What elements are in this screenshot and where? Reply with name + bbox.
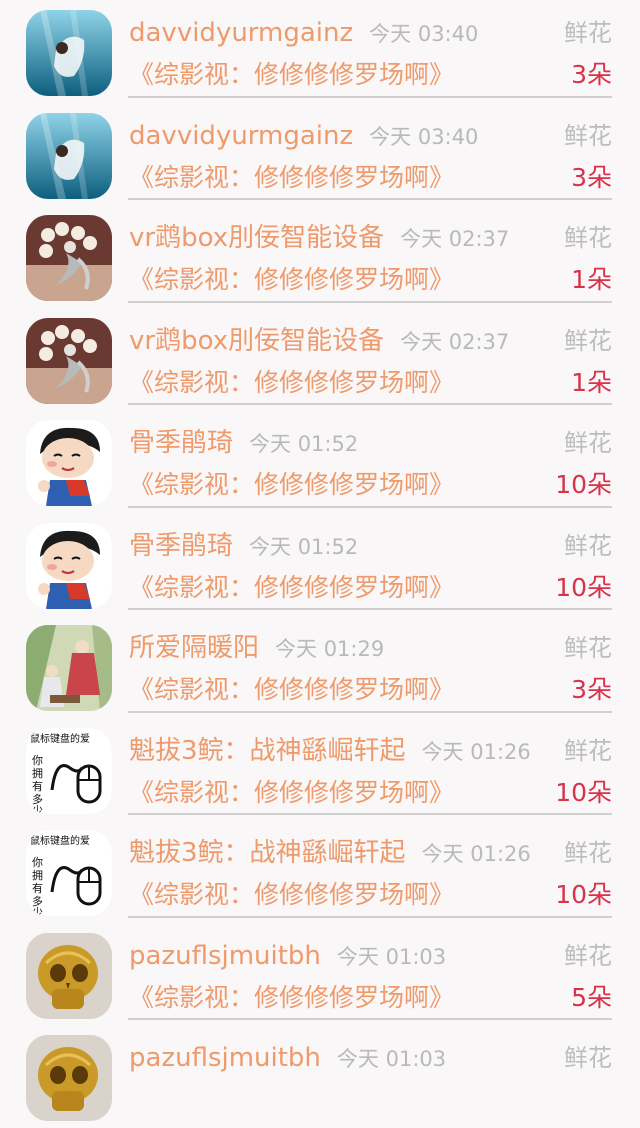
user-name[interactable]: pazuflsjmuitbh 今天 01:03 xyxy=(129,939,446,974)
user-name[interactable]: 魁拔3鲩：战神繇崛轩起 今天 01:26 xyxy=(129,836,531,871)
list-item[interactable]: 骨季鹃琦 今天 01:52 鲜花 《综影视：修修修修罗场啊》 10朵 xyxy=(0,410,640,513)
gift-count: 5朵 xyxy=(571,982,612,1012)
book-title[interactable]: 《综影视：修修修修罗场啊》 xyxy=(129,776,454,810)
gift-time: 今天 01:52 xyxy=(249,432,359,456)
gift-time: 今天 02:37 xyxy=(400,227,510,251)
divider xyxy=(128,813,612,815)
user-name[interactable]: 骨季鹃琦 今天 01:52 xyxy=(129,426,358,461)
list-item[interactable]: 鼠标键盘的爱 你 拥 有 多 少 魁拔3鲩：战神繇崛轩起 今天 01:26 鲜花 … xyxy=(0,820,640,923)
avatar-caption: 鼠标键盘的爱 xyxy=(30,834,90,847)
divider xyxy=(128,1018,612,1020)
underwater-girl-avatar[interactable] xyxy=(26,10,112,96)
book-title[interactable]: 《综影视：修修修修罗场啊》 xyxy=(129,673,454,707)
book-title[interactable]: 《综影视：修修修修罗场啊》 xyxy=(129,468,454,502)
list-item[interactable]: 鼠标键盘的爱 你 拥 有 多 少 魁拔3鲩：战神繇崛轩起 今天 01:26 鲜花 … xyxy=(0,718,640,821)
list-item[interactable]: vr鹉box刖佞智能设备 今天 02:37 鲜花 《综影视：修修修修罗场啊》 1朵 xyxy=(0,205,640,308)
gift-type-label: 鲜花 xyxy=(564,941,612,970)
gift-type-label: 鲜花 xyxy=(564,1044,612,1072)
list-item[interactable]: pazuflsjmuitbh 今天 01:03 鲜花 《综影视：修修修修罗场啊》 … xyxy=(0,923,640,1026)
book-title[interactable]: 《综影视：修修修修罗场啊》 xyxy=(129,981,454,1015)
svg-text:少: 少 xyxy=(32,804,43,814)
gift-time: 今天 01:26 xyxy=(421,842,531,866)
pearl-brooch-avatar[interactable] xyxy=(26,215,112,301)
user-name[interactable]: 所爱隔暖阳 今天 01:29 xyxy=(129,631,384,666)
svg-text:拥: 拥 xyxy=(32,766,43,780)
list-item[interactable]: davvidyurmgainz 今天 03:40 鲜花 《综影视：修修修修罗场啊》… xyxy=(0,103,640,206)
book-title[interactable]: 《综影视：修修修修罗场啊》 xyxy=(129,571,454,605)
divider xyxy=(128,608,612,610)
golden-skull-avatar[interactable] xyxy=(26,932,112,1019)
user-name[interactable]: davvidyurmgainz 今天 03:40 xyxy=(129,16,478,51)
gift-type-label: 鲜花 xyxy=(564,839,612,867)
gift-time: 今天 01:29 xyxy=(275,637,385,661)
gift-count: 10朵 xyxy=(555,777,612,807)
cartoon-boy-avatar[interactable] xyxy=(26,420,112,506)
gift-time: 今天 03:40 xyxy=(369,124,479,149)
avatar-caption: 鼠标键盘的爱 xyxy=(30,732,90,745)
user-name[interactable]: pazuflsjmuitbh 今天 01:03 xyxy=(129,1041,446,1076)
book-title[interactable]: 《综影视：修修修修罗场啊》 xyxy=(129,878,454,912)
book-title[interactable]: 《综影视：修修修修罗场啊》 xyxy=(129,161,454,195)
gift-type-label: 鲜花 xyxy=(564,326,612,355)
divider xyxy=(128,915,612,918)
gift-count: 10朵 xyxy=(555,880,612,909)
gift-type-label: 鲜花 xyxy=(564,121,612,150)
mouse-text-avatar[interactable]: 鼠标键盘的爱 你 拥 有 多 少 xyxy=(26,830,112,916)
gift-type-label: 鲜花 xyxy=(564,224,612,252)
gift-count: 3朵 xyxy=(571,162,612,192)
gift-count: 3朵 xyxy=(571,60,612,89)
book-title[interactable]: 《综影视：修修修修罗场啊》 xyxy=(129,263,454,297)
user-name[interactable]: vr鹉box刖佞智能设备 今天 02:37 xyxy=(129,221,509,256)
gift-record-list: davvidyurmgainz 今天 03:40 鲜花 《综影视：修修修修罗场啊》… xyxy=(0,0,640,1128)
divider xyxy=(128,710,612,713)
gift-type-label: 鲜花 xyxy=(564,429,612,457)
gift-time: 今天 03:40 xyxy=(369,22,479,46)
ancient-painting-avatar[interactable] xyxy=(26,625,112,711)
cartoon-boy-avatar[interactable] xyxy=(26,522,112,609)
gift-type-label: 鲜花 xyxy=(564,634,612,662)
book-title[interactable]: 《综影视：修修修修罗场啊》 xyxy=(129,366,454,400)
divider xyxy=(128,300,612,303)
svg-text:拥: 拥 xyxy=(32,868,43,882)
pearl-brooch-avatar[interactable] xyxy=(26,317,112,404)
list-item[interactable]: davvidyurmgainz 今天 03:40 鲜花 《综影视：修修修修罗场啊》… xyxy=(0,0,640,103)
list-item[interactable]: 骨季鹃琦 今天 01:52 鲜花 《综影视：修修修修罗场啊》 10朵 xyxy=(0,513,640,616)
list-item[interactable]: pazuflsjmuitbh 今天 01:03 鲜花 xyxy=(0,1025,640,1128)
user-name[interactable]: 魁拔3鲩：战神繇崛轩起 今天 01:26 xyxy=(129,734,531,769)
svg-text:有: 有 xyxy=(32,779,43,793)
divider xyxy=(128,403,612,405)
golden-skull-avatar[interactable] xyxy=(26,1035,112,1121)
divider xyxy=(128,505,612,508)
gift-count: 3朵 xyxy=(571,675,612,704)
mouse-text-avatar[interactable]: 鼠标键盘的爱 你 拥 有 多 少 xyxy=(26,727,112,814)
underwater-girl-avatar[interactable] xyxy=(26,112,112,199)
gift-time: 今天 02:37 xyxy=(400,329,510,354)
divider xyxy=(128,198,612,200)
svg-text:少: 少 xyxy=(32,906,43,916)
book-title[interactable]: 《综影视：修修修修罗场啊》 xyxy=(129,58,454,92)
gift-time: 今天 01:26 xyxy=(421,739,531,764)
gift-time: 今天 01:03 xyxy=(336,944,447,969)
gift-count: 10朵 xyxy=(555,572,612,602)
gift-type-label: 鲜花 xyxy=(564,19,612,47)
gift-type-label: 鲜花 xyxy=(564,736,612,765)
user-name[interactable]: vr鹉box刖佞智能设备 今天 02:37 xyxy=(129,324,509,359)
user-name[interactable]: 骨季鹃琦 今天 01:52 xyxy=(129,529,358,564)
gift-count: 1朵 xyxy=(571,265,612,294)
user-name[interactable]: davvidyurmgainz 今天 03:40 xyxy=(129,119,478,154)
gift-time: 今天 01:03 xyxy=(336,1047,447,1071)
list-item[interactable]: vr鹉box刖佞智能设备 今天 02:37 鲜花 《综影视：修修修修罗场啊》 1朵 xyxy=(0,308,640,411)
gift-type-label: 鲜花 xyxy=(564,531,612,560)
svg-text:你: 你 xyxy=(32,754,43,767)
gift-time: 今天 01:52 xyxy=(249,534,359,559)
svg-text:有: 有 xyxy=(32,881,43,895)
list-item[interactable]: 所爱隔暖阳 今天 01:29 鲜花 《综影视：修修修修罗场啊》 3朵 xyxy=(0,615,640,718)
gift-count: 1朵 xyxy=(571,367,612,397)
gift-count: 10朵 xyxy=(555,470,612,499)
svg-text:你: 你 xyxy=(32,856,43,869)
divider xyxy=(128,95,612,98)
